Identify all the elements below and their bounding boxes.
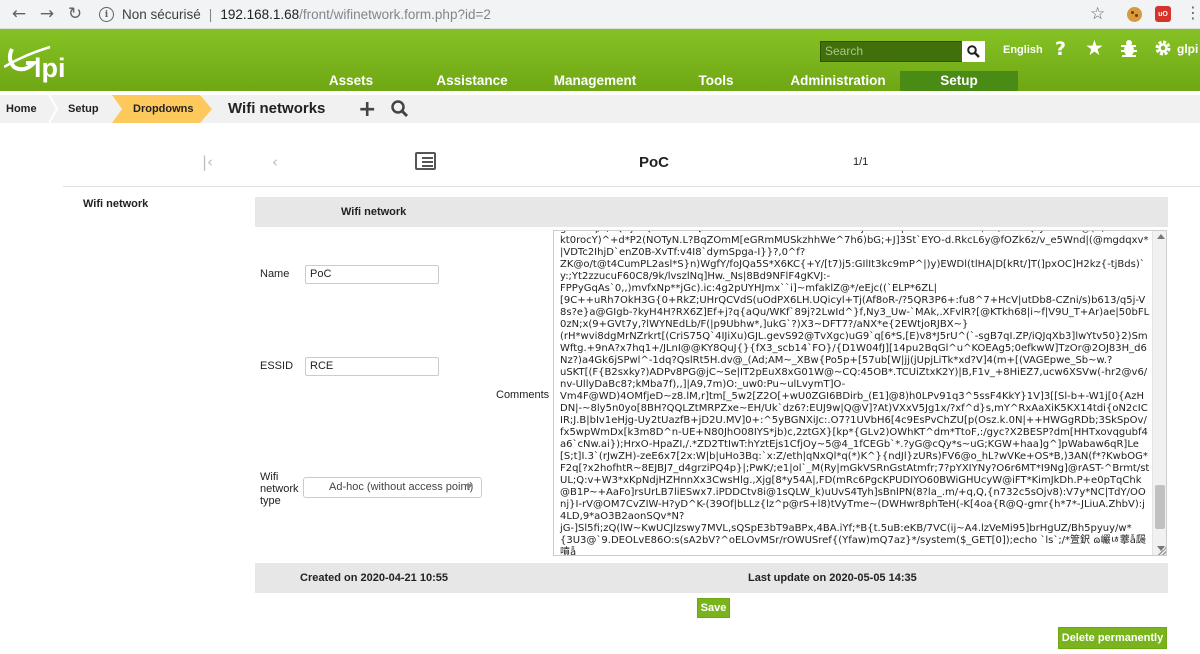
menu-assistance[interactable]: Assistance [428,71,516,91]
comments-scrollbar[interactable] [1152,231,1166,555]
search-button[interactable] [962,41,985,62]
security-label: Non sécurisé [122,7,201,22]
menu-setup[interactable]: Setup [900,71,1018,91]
help-icon[interactable]: ? [1055,38,1066,60]
essid-label: ESSID [260,360,294,372]
user-settings-gear-icon[interactable] [1154,39,1172,57]
search-icon [967,45,980,58]
scroll-up-icon[interactable] [1157,234,1165,239]
glpi-header: lpi Search English ? ★ glpi Assets Assis… [0,29,1200,91]
main-menu: Assets Assistance Management Tools Admin… [0,71,1200,91]
url-host: 192.168.1.68 [220,7,300,22]
address-bar[interactable]: i Non sécurisé | 192.168.1.68/front/wifi… [93,3,1116,26]
search-input[interactable]: Search [820,41,964,62]
scrollbar-thumb[interactable] [1155,485,1165,529]
first-record-icon[interactable]: |‹ [202,153,213,171]
created-date: Created on 2020-04-21 10:55 [300,572,448,584]
comments-text: gsF9Hq/s,kQHjlDQNT!*MmL[74%tlEZHM04VeYF5… [560,231,1150,556]
name-label: Name [260,268,290,280]
wifi-type-select[interactable]: Ad-hoc (without access point) [303,477,482,498]
breadcrumb-separator [48,95,58,123]
breadcrumb-home[interactable]: Home [6,95,37,123]
breadcrumb-dropdowns[interactable]: Dropdowns [133,95,194,123]
comments-textarea[interactable]: gsF9Hq/s,kQHjlDQNT!*MmL[74%tlEZHM04VeYF5… [553,230,1167,556]
forward-arrow-icon[interactable]: → [36,3,58,25]
ublock-extension-icon[interactable]: uO [1155,6,1171,22]
resize-handle-icon[interactable] [1158,547,1166,555]
menu-management[interactable]: Management [547,71,643,91]
name-input[interactable]: PoC [305,265,439,284]
record-navigation: |‹ ‹ PoC 1/1 [0,145,1200,181]
search-list-icon[interactable] [390,99,410,119]
favorite-star-icon[interactable]: ★ [1085,36,1104,60]
list-view-icon[interactable] [415,152,436,170]
breadcrumb: Home Setup Dropdowns Wifi networks + [0,95,1200,123]
updated-date: Last update on 2020-05-05 14:35 [748,572,917,584]
debug-bug-icon[interactable] [1119,38,1139,58]
breadcrumb-setup[interactable]: Setup [68,95,99,123]
reload-icon[interactable]: ↻ [64,3,86,25]
browser-menu-icon[interactable]: ⋮ [1185,4,1200,22]
save-button[interactable]: Save [697,598,730,618]
cookie-extension-icon[interactable] [1127,7,1142,22]
url-separator: | [208,7,213,22]
add-icon[interactable]: + [358,97,376,122]
record-count: 1/1 [853,156,869,168]
info-icon[interactable]: i [99,7,114,22]
wifi-type-label: Wifi network type [260,471,299,507]
tab-wifi-network[interactable]: Wifi network [83,198,148,210]
menu-administration[interactable]: Administration [776,71,900,91]
comments-label: Comments [496,389,550,401]
previous-record-icon[interactable]: ‹ [272,153,278,171]
user-name[interactable]: glpi [1177,42,1198,56]
back-arrow-icon[interactable]: ← [8,3,30,25]
menu-assets[interactable]: Assets [320,71,382,91]
form-section-title: Wifi network [341,206,407,218]
menu-tools[interactable]: Tools [690,71,742,91]
browser-toolbar: ← → ↻ i Non sécurisé | 192.168.1.68/fron… [0,0,1200,29]
delete-permanently-button[interactable]: Delete permanently [1058,627,1167,649]
url-path: /front/wifinetwork.form.php?id=2 [299,7,491,22]
chevron-down-icon [465,484,473,489]
bookmark-star-icon[interactable]: ☆ [1090,4,1105,24]
language-link[interactable]: English [1003,44,1043,56]
page-title[interactable]: Wifi networks [228,100,325,117]
record-title: PoC [639,154,669,171]
essid-input[interactable]: RCE [305,357,439,376]
